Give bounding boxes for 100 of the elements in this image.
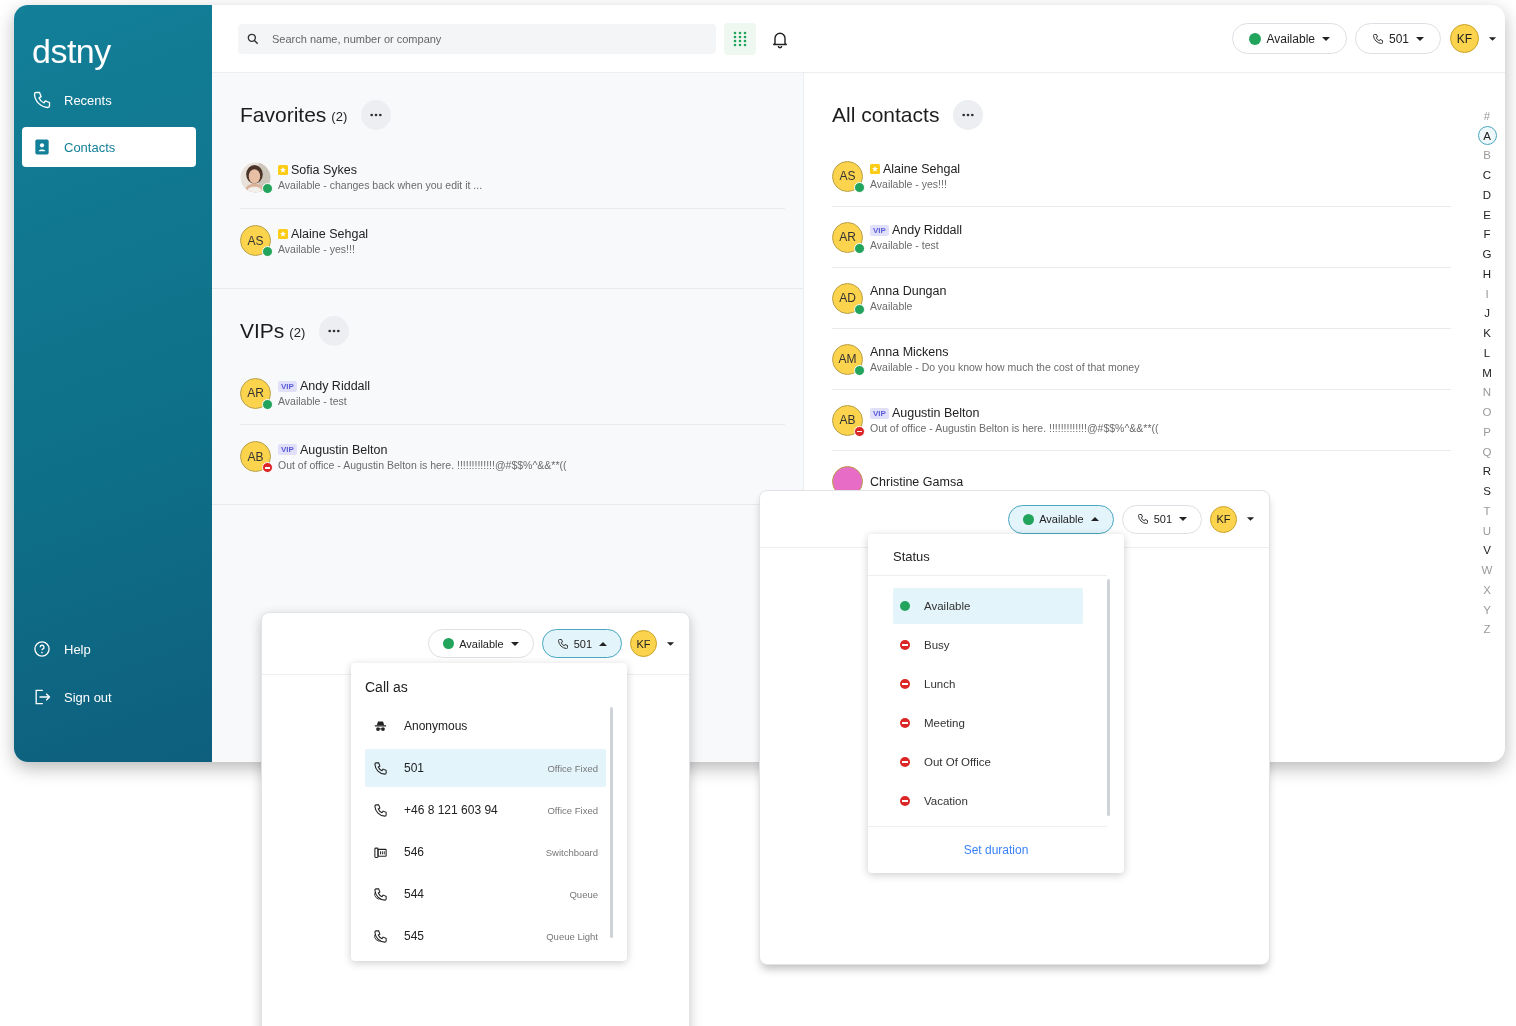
nav-item[interactable]: Help bbox=[22, 629, 196, 669]
index-letter[interactable]: F bbox=[1477, 224, 1497, 245]
contact-book-icon bbox=[32, 137, 52, 157]
menu-title: Call as bbox=[364, 678, 409, 697]
phone-icon bbox=[556, 637, 569, 650]
desk-phone-icon bbox=[373, 844, 388, 860]
index-letter[interactable]: V bbox=[1477, 540, 1497, 561]
star-badge-icon bbox=[870, 164, 880, 174]
vip-badge: VIP bbox=[870, 407, 889, 419]
contact-status: Available - test bbox=[278, 395, 348, 407]
index-letter[interactable]: C bbox=[1477, 165, 1497, 185]
phone-icon bbox=[1371, 32, 1384, 45]
phone-queue-icon bbox=[373, 886, 388, 902]
menu-item[interactable]: Vacation bbox=[893, 783, 1083, 819]
index-letter[interactable]: H bbox=[1477, 264, 1497, 284]
scrollbar[interactable] bbox=[1107, 579, 1110, 816]
caret-icon[interactable] bbox=[1246, 516, 1255, 522]
dialpad-button[interactable] bbox=[724, 22, 756, 55]
contact-name[interactable]: Andy Riddall bbox=[891, 223, 963, 237]
more-button[interactable] bbox=[953, 100, 984, 130]
menu-title: Status bbox=[868, 534, 1107, 576]
set-duration-link[interactable]: Set duration bbox=[963, 843, 1029, 857]
contact-name[interactable]: Augustin Belton bbox=[299, 442, 388, 457]
section-title: All contacts bbox=[832, 103, 940, 127]
contact-name[interactable]: Augustin Belton bbox=[891, 406, 980, 420]
status-button[interactable]: Available bbox=[1008, 504, 1114, 534]
nav-item[interactable]: Recents bbox=[22, 80, 196, 120]
contact-avatar: AM bbox=[832, 343, 863, 375]
index-letter[interactable]: R bbox=[1477, 461, 1497, 482]
help-icon bbox=[32, 639, 52, 659]
contact-name[interactable]: Alaine Sehgal bbox=[883, 162, 961, 176]
status-button[interactable]: Available bbox=[428, 629, 534, 658]
menu-item[interactable]: 544 Queue bbox=[365, 875, 606, 913]
index-letter[interactable]: G bbox=[1477, 244, 1497, 264]
phone-icon bbox=[373, 760, 388, 776]
index-letter[interactable]: M bbox=[1477, 362, 1497, 383]
index-letter[interactable]: J bbox=[1477, 303, 1497, 324]
menu-item[interactable]: Anonymous bbox=[365, 707, 606, 745]
phone-icon bbox=[373, 802, 388, 818]
index-letter[interactable]: K bbox=[1477, 323, 1497, 343]
line-button[interactable]: 501 bbox=[1121, 504, 1202, 534]
line-button[interactable]: 501 bbox=[541, 629, 622, 658]
contact-name[interactable]: Anna Mickens bbox=[870, 345, 949, 359]
contact-name[interactable]: Christine Gamsa bbox=[870, 474, 964, 489]
caret-icon[interactable] bbox=[666, 640, 675, 647]
caret-icon[interactable] bbox=[1488, 35, 1497, 42]
index-letter[interactable]: A bbox=[1477, 126, 1497, 146]
nav-item[interactable]: Sign out bbox=[22, 677, 196, 717]
scrollbar[interactable] bbox=[610, 707, 613, 938]
contact-avatar: AD bbox=[832, 282, 863, 314]
vip-badge: VIP bbox=[870, 224, 889, 236]
contact-name[interactable]: Anna Dungan bbox=[870, 284, 947, 298]
star-badge-icon bbox=[278, 228, 288, 239]
contact-avatar: AR bbox=[832, 221, 863, 253]
section-count: (2) bbox=[289, 324, 306, 340]
menu-item[interactable]: 546 Switchboard bbox=[365, 833, 606, 871]
index-letter[interactable]: E bbox=[1477, 204, 1497, 225]
menu-item[interactable]: Available bbox=[893, 588, 1083, 624]
search-icon bbox=[246, 31, 260, 46]
contact-avatar: AB bbox=[240, 441, 271, 472]
section-count: (2) bbox=[331, 108, 348, 124]
vip-badge: VIP bbox=[278, 444, 297, 455]
contact-name[interactable]: Sofia Sykes bbox=[291, 163, 357, 177]
contact-status: Available - yes!!! bbox=[870, 178, 948, 190]
contact-avatar: AR bbox=[240, 377, 271, 409]
contact-status: Available - changes back when you edit it ... bbox=[278, 179, 483, 191]
vip-badge: VIP bbox=[278, 380, 297, 392]
contact-name[interactable]: Andy Riddall bbox=[299, 379, 371, 393]
menu-item[interactable]: Busy bbox=[893, 627, 1083, 663]
menu-item[interactable]: Meeting bbox=[893, 705, 1083, 741]
phone-queue-icon bbox=[373, 928, 388, 944]
menu-item[interactable]: Lunch bbox=[893, 666, 1083, 702]
contact-avatar: AS bbox=[240, 225, 271, 256]
index-letter[interactable]: L bbox=[1477, 343, 1497, 363]
menu-item[interactable]: 545 Queue Light bbox=[365, 917, 606, 955]
section-title: Favorites bbox=[240, 103, 327, 127]
user-avatar[interactable]: KF bbox=[1210, 505, 1237, 533]
star-badge-icon bbox=[278, 165, 288, 175]
dialpad-icon bbox=[732, 30, 748, 47]
index-letter[interactable]: D bbox=[1477, 185, 1497, 205]
contact-status: Available bbox=[870, 300, 914, 312]
more-icon bbox=[962, 113, 975, 117]
status-button[interactable]: Available bbox=[1232, 23, 1347, 54]
more-icon bbox=[328, 329, 341, 333]
contact-avatar: AS bbox=[832, 160, 863, 192]
contact-status: Out of office - Augustin Belton is here. !!!!!!!!!!!!!@#$$%^&&**(( bbox=[278, 458, 567, 471]
user-avatar[interactable]: KF bbox=[630, 630, 657, 657]
menu-item[interactable]: Out Of Office bbox=[893, 744, 1083, 780]
menu-item[interactable]: 501 Office Fixed bbox=[365, 749, 606, 787]
logo: dstny bbox=[31, 31, 111, 72]
nav-item[interactable]: Contacts bbox=[22, 127, 196, 167]
line-button[interactable]: 501 bbox=[1354, 23, 1441, 54]
phone-icon bbox=[32, 90, 52, 110]
contact-status: Out of office - Augustin Belton is here. !!!!!!!!!!!!!@#$$%^&&**(( bbox=[870, 422, 1159, 434]
menu-item[interactable]: +46 8 121 603 94 Office Fixed bbox=[365, 791, 606, 829]
contact-name[interactable]: Alaine Sehgal bbox=[291, 226, 369, 241]
index-letter[interactable]: S bbox=[1477, 481, 1497, 501]
user-avatar[interactable]: KF bbox=[1450, 24, 1479, 53]
more-icon bbox=[370, 113, 383, 117]
contact-status: Available - Do you know how much the cost of that money bbox=[870, 361, 1140, 373]
